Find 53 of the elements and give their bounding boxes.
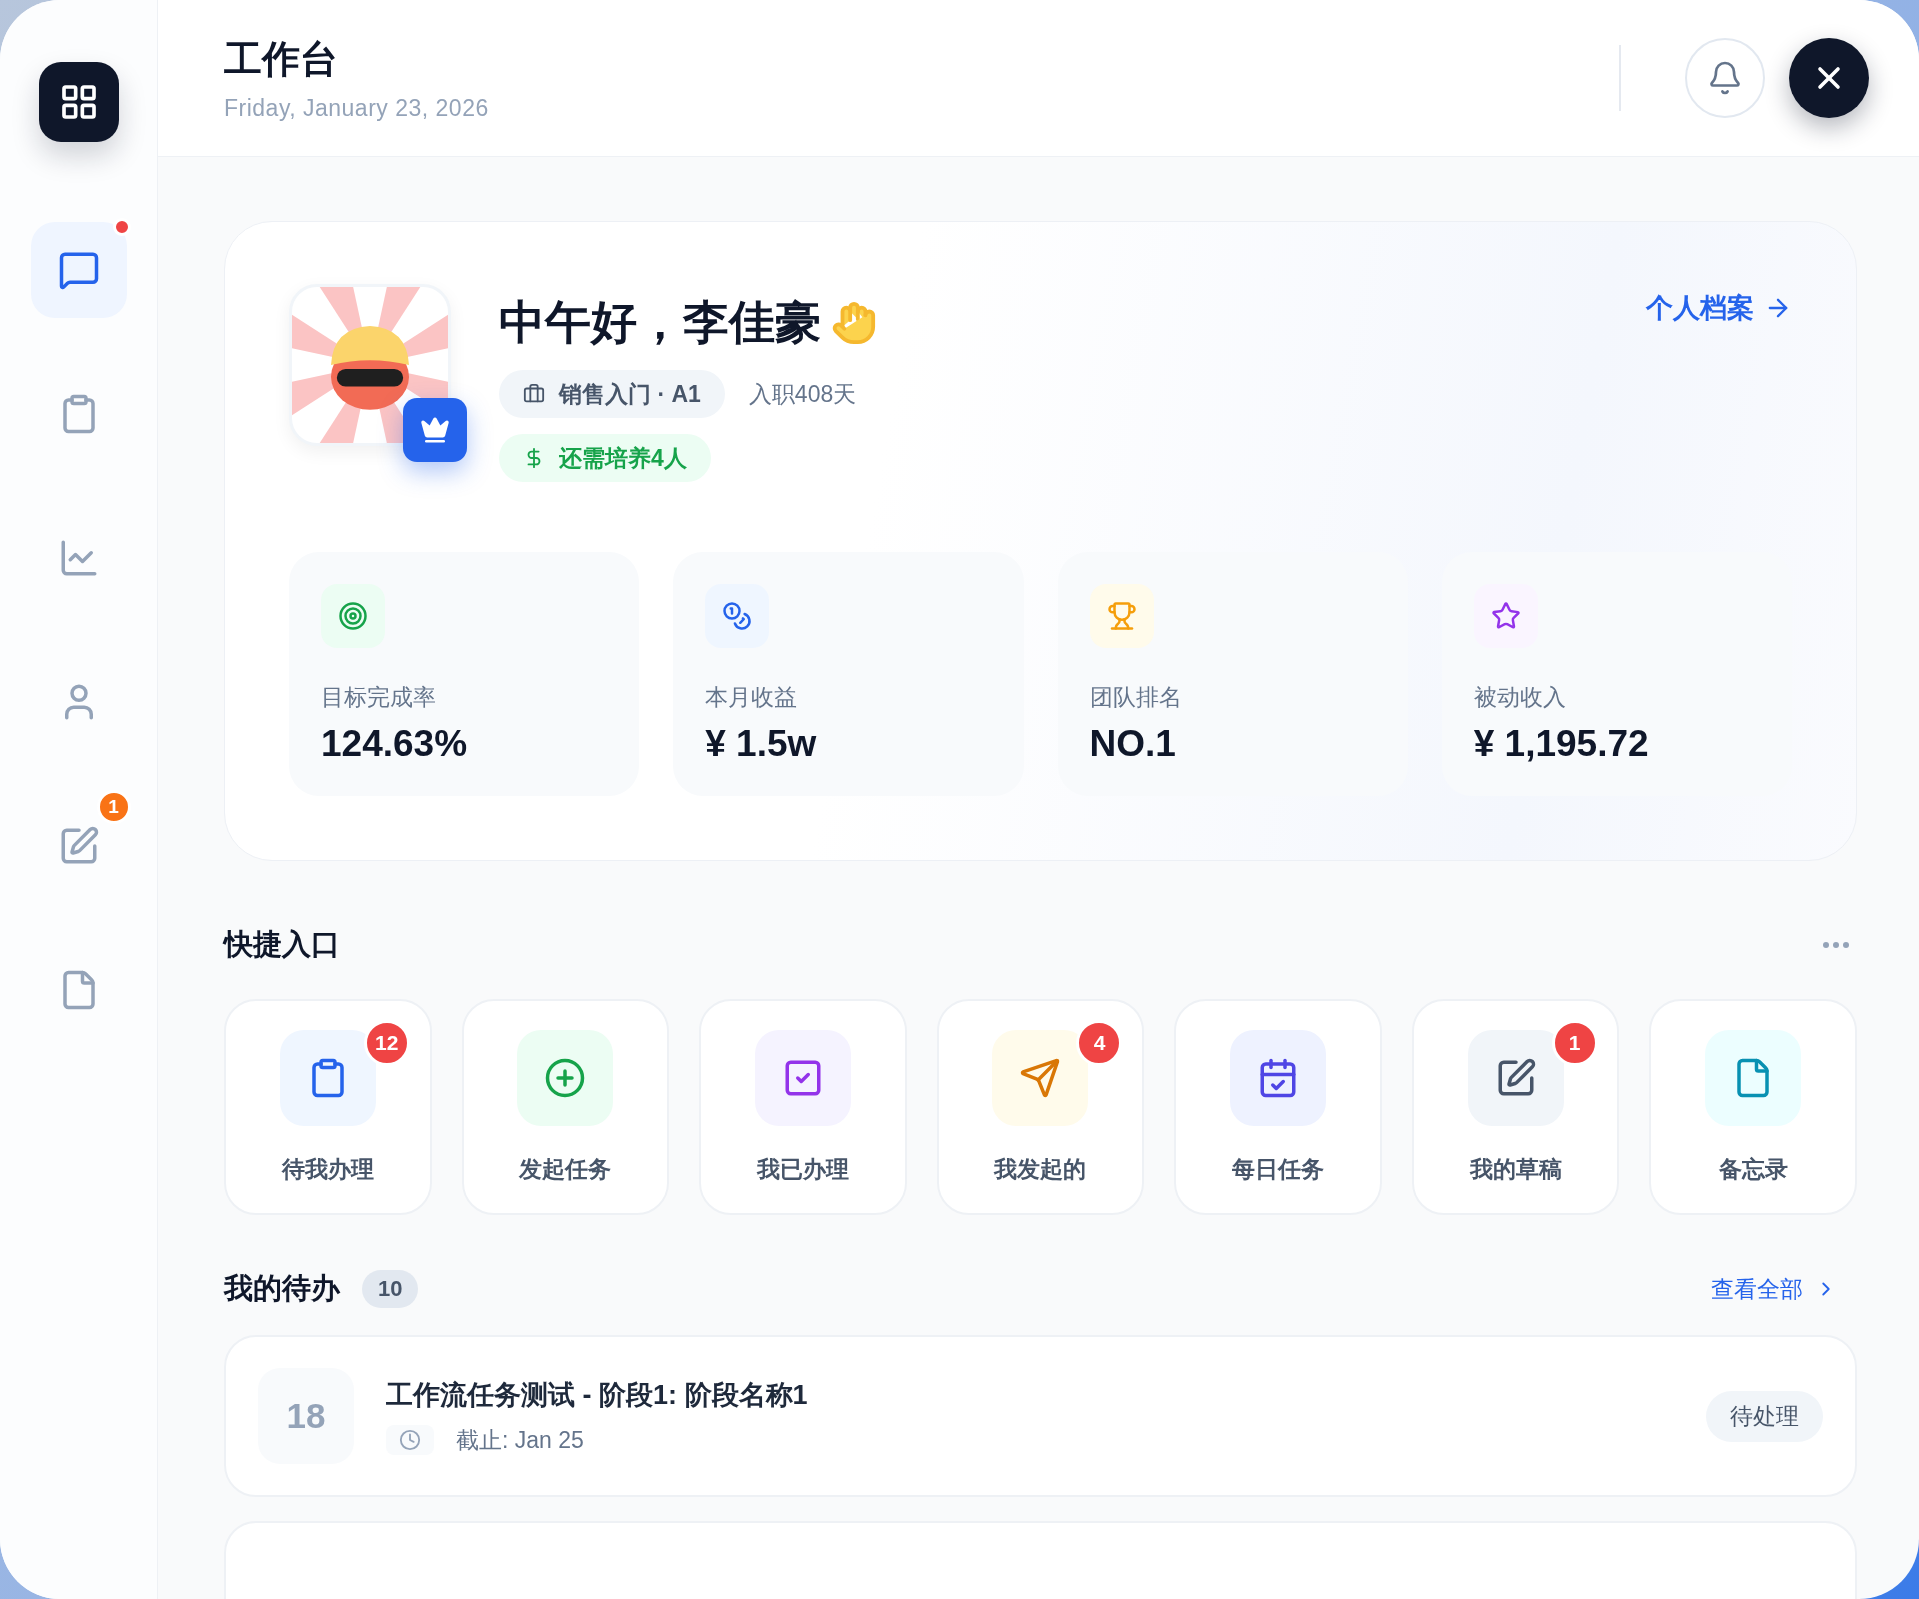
shortcut-tile[interactable]: 每日任务 [1174,999,1382,1215]
more-icon [1823,942,1849,948]
shortcut-tile[interactable]: 12 待我办理 [224,999,432,1215]
stat-value: ¥ 1,195.72 [1473,723,1650,765]
profile-link[interactable]: 个人档案 [1646,290,1792,326]
section-title: 快捷入口 [224,927,340,962]
star-icon [1490,601,1521,631]
goal-tag: 还需培养4人 [499,434,711,482]
deadline-text: 截止: Jan 25 [456,1425,584,1455]
bell-icon [1707,60,1743,96]
stat-value: NO.1 [1089,723,1177,765]
stat-label: 目标完成率 [321,683,437,712]
sidebar-item[interactable] [30,222,127,318]
shortcut-label: 备忘录 [1718,1154,1788,1184]
shortcut-label: 我的草稿 [1469,1154,1562,1184]
shortcut-label: 每日任务 [1232,1154,1325,1184]
hand-icon [831,300,877,346]
todo-card[interactable]: 18 工作流任务测试 - 阶段1: 阶段名称1 截止: Jan 25 待处理 [224,1335,1857,1497]
shortcut-label: 我发起的 [994,1154,1087,1184]
stat-value: 124.63% [321,723,469,765]
section-title: 我的待办 [224,1271,340,1306]
stat-label: 团队排名 [1089,683,1183,712]
plus-circle-icon [544,1056,587,1099]
coins-icon [722,601,753,631]
tenure-text: 入职408天 [748,379,857,409]
todo-title: 工作流任务测试 - 阶段1: 阶段名称1 [386,1378,809,1412]
send-icon [1019,1056,1062,1099]
clock-icon [386,1425,434,1455]
shortcut-label: 我已办理 [756,1154,849,1184]
role-tag: 销售入门 · A1 [499,370,725,418]
stat-value: ¥ 1.5w [705,723,818,765]
shortcut-tile[interactable]: 1 我的草稿 [1411,999,1620,1215]
date-box: 18 [258,1368,354,1464]
apps-button[interactable] [38,62,119,142]
shortcut-tile[interactable]: 我已办理 [699,999,907,1215]
date-text: Friday, January 23, 2026 [224,95,490,122]
shortcut-tile[interactable]: 4 我发起的 [936,999,1145,1215]
briefcase-icon [523,383,545,405]
greeting-text: 中午好，李佳豪 [499,295,821,350]
target-icon [338,601,368,631]
shortcut-tile[interactable]: 发起任务 [461,999,670,1215]
crown-icon [420,415,450,445]
close-button[interactable] [1789,38,1869,118]
page-title: 工作台 [224,37,339,82]
view-all-link[interactable]: 查看全部 [1711,1273,1837,1305]
status-pill: 待处理 [1706,1390,1823,1442]
stat-label: 被动收入 [1473,683,1567,712]
shortcut-label: 发起任务 [519,1154,612,1184]
shortcut-label: 待我办理 [281,1154,374,1184]
count-badge: 10 [362,1270,419,1308]
stat-label: 本月收益 [705,683,799,712]
trophy-icon [1106,601,1137,631]
shortcut-tile[interactable]: 备忘录 [1649,999,1857,1215]
